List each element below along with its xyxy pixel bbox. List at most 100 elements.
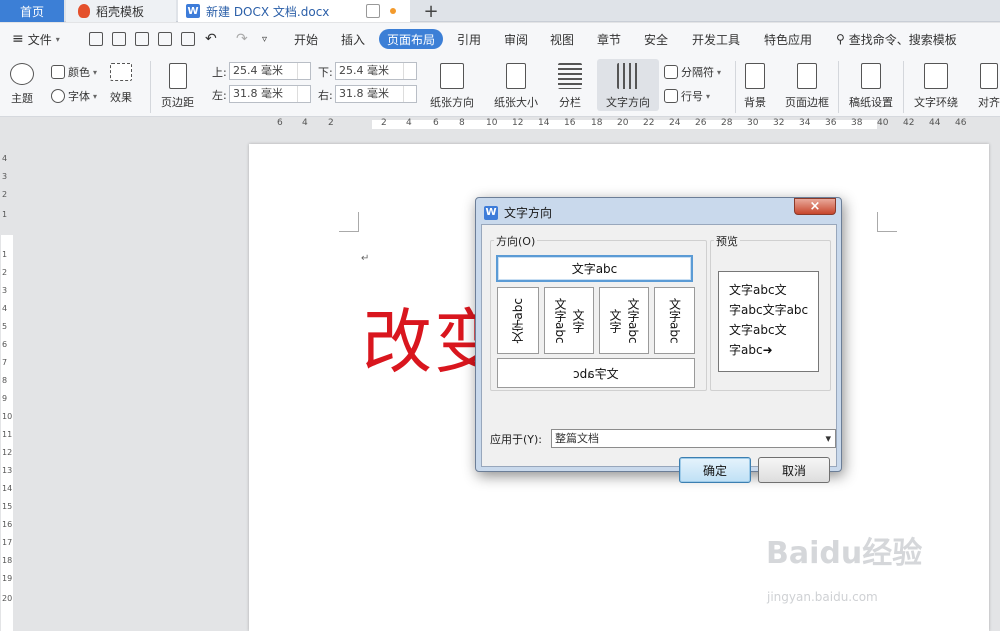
close-button[interactable]: × [794, 198, 836, 215]
baidu-watermark-logo: Baidu经验 [766, 528, 922, 572]
format-painter-icon[interactable] [135, 32, 149, 46]
background-icon [745, 63, 765, 89]
apply-to-value: 整篇文档 [555, 432, 599, 445]
ruler-tick-label: 22 [643, 118, 655, 128]
search-commands[interactable]: ⚲ 查找命令、搜索模板 [836, 23, 957, 55]
margins-button[interactable]: 页边距 [161, 63, 194, 110]
menu-item-review[interactable]: 审阅 [504, 23, 528, 55]
menu-item-references[interactable]: 引用 [457, 23, 481, 55]
color-label: 颜色 [68, 66, 90, 79]
print-icon[interactable] [158, 32, 172, 46]
menu-item-chapter[interactable]: 章节 [597, 23, 621, 55]
text-wrap-button[interactable]: 文字环绕 [914, 63, 958, 110]
orientation-button[interactable]: 纸张方向 [430, 63, 474, 110]
watermark-url: jingyan.baidu.com [767, 590, 878, 604]
direction-vertical-cols-rtl-option[interactable]: 文字 文字abc [599, 287, 649, 354]
ruler-tick-label: 2 [2, 190, 8, 199]
ruler-tick-label: 26 [695, 118, 707, 128]
tab-document-label: 新建 DOCX 文档.docx [206, 4, 330, 19]
ruler-tick-label: 24 [669, 118, 681, 128]
ruler-tick-label: 2 [328, 118, 334, 128]
option-label: 文字 [608, 308, 622, 333]
monitor-icon[interactable] [366, 4, 380, 18]
ruler-tick-label: 11 [2, 430, 13, 439]
font-label: 字体 [68, 90, 90, 103]
direction-vertical-ccw-option[interactable]: 文字abc [497, 287, 539, 354]
direction-vertical-cols-option[interactable]: 文字abc 文字 [544, 287, 594, 354]
cancel-label: 取消 [781, 463, 806, 478]
left-margin-input[interactable]: 31.8 毫米 [229, 85, 311, 103]
columns-label: 分栏 [559, 96, 581, 109]
bottom-margin-input[interactable]: 25.4 毫米 [335, 62, 417, 80]
top-margin-label: 上: [212, 66, 227, 79]
vertical-ruler[interactable]: 4 3 2 1 1 2 3 4 5 6 7 8 9 10 11 12 13 14 15 16 17 18 19 20 [0, 132, 14, 631]
ruler-tick-label: 32 [773, 118, 785, 128]
ruler-tick-label: 18 [591, 118, 603, 128]
ok-label: 确定 [702, 463, 727, 478]
color-button[interactable]: 颜色 ▾ [51, 64, 97, 80]
menu-item-view[interactable]: 视图 [550, 23, 574, 55]
customize-toolbar-icon[interactable]: ▿ [262, 23, 267, 55]
breaks-button[interactable]: 分隔符 ▾ [664, 64, 721, 80]
open-folder-icon[interactable] [89, 32, 103, 46]
direction-vertical-cw-option[interactable]: 文字abc [654, 287, 695, 354]
right-margin-input[interactable]: 31.8 毫米 [335, 85, 417, 103]
direction-horizontal-flip-option[interactable]: 文字abc [497, 358, 695, 388]
menu-item-insert[interactable]: 插入 [341, 23, 365, 55]
ruler-tick-label: 10 [2, 412, 13, 421]
font-button[interactable]: 字体 ▾ [51, 88, 97, 104]
ruler-tick-label: 4 [2, 304, 8, 313]
menu-item-developer[interactable]: 开发工具 [692, 23, 740, 55]
dialog-titlebar[interactable]: W 文字方向 [484, 204, 552, 221]
page-border-icon [797, 63, 817, 89]
margins-label: 页边距 [161, 96, 194, 109]
ruler-tick-label: 14 [538, 118, 550, 128]
columns-button[interactable]: 分栏 [558, 63, 582, 110]
bottom-margin-label: 下: [318, 66, 333, 79]
menu-item-page-layout[interactable]: 页面布局 [379, 29, 444, 49]
save-icon[interactable] [112, 32, 126, 46]
ruler-tick-label: 42 [903, 118, 915, 128]
text-wrap-label: 文字环绕 [914, 96, 958, 109]
new-tab-button[interactable]: + [420, 0, 442, 22]
effect-button[interactable]: 效果 [110, 63, 132, 105]
text-direction-label: 文字方向 [606, 96, 650, 109]
direction-horizontal-option[interactable]: 文字abc [496, 255, 693, 282]
align-button[interactable]: 对齐 [978, 63, 1000, 110]
tab-docer-templates[interactable]: 稻壳模板 [66, 0, 176, 22]
wps-writer-icon: W [186, 4, 200, 18]
grid-paper-icon [861, 63, 881, 89]
line-numbers-button[interactable]: 行号 ▾ [664, 88, 710, 104]
breaks-icon [664, 65, 678, 79]
paper-size-label: 纸张大小 [494, 96, 538, 109]
ruler-tick-label: 2 [381, 118, 387, 128]
tab-document[interactable]: W 新建 DOCX 文档.docx [178, 0, 410, 22]
line-numbers-label: 行号 [681, 90, 703, 103]
preview-line: 字abc➜ [729, 343, 773, 357]
ruler-tick-label: 16 [564, 118, 576, 128]
top-margin-input[interactable]: 25.4 毫米 [229, 62, 311, 80]
menu-item-label: 特色应用 [764, 32, 813, 47]
search-commands-label: 查找命令、搜索模板 [848, 32, 957, 47]
paper-setup-button[interactable]: 稿纸设置 [849, 63, 893, 110]
option-label: 文字abc [667, 297, 682, 344]
menu-item-security[interactable]: 安全 [644, 23, 668, 55]
paper-size-button[interactable]: 纸张大小 [494, 63, 538, 110]
undo-icon[interactable]: ↶ [205, 23, 217, 55]
print-preview-icon[interactable] [181, 32, 195, 46]
horizontal-ruler[interactable]: 6 4 2 2 4 6 8 10 12 14 16 18 20 22 24 26 28 30 32 34 36 38 40 4… [0, 117, 1000, 132]
tab-home[interactable]: 首页 [0, 0, 64, 22]
cancel-button[interactable]: 取消 [758, 457, 830, 483]
text-direction-button[interactable]: 文字方向 [597, 59, 659, 111]
ok-button[interactable]: 确定 [679, 457, 751, 483]
theme-button[interactable]: 主题 [10, 63, 34, 106]
file-menu[interactable]: ≡ 文件 ▾ [12, 23, 60, 55]
menu-item-special[interactable]: 特色应用 [764, 23, 812, 55]
redo-icon[interactable]: ↷ [236, 23, 248, 55]
ruler-tick-label: 34 [799, 118, 811, 128]
apply-to-select[interactable]: 整篇文档 [551, 429, 836, 448]
background-button[interactable]: 背景 [744, 63, 766, 110]
left-margin-label: 左: [212, 89, 227, 102]
page-border-button[interactable]: 页面边框 [785, 63, 829, 110]
menu-item-start[interactable]: 开始 [294, 23, 318, 55]
